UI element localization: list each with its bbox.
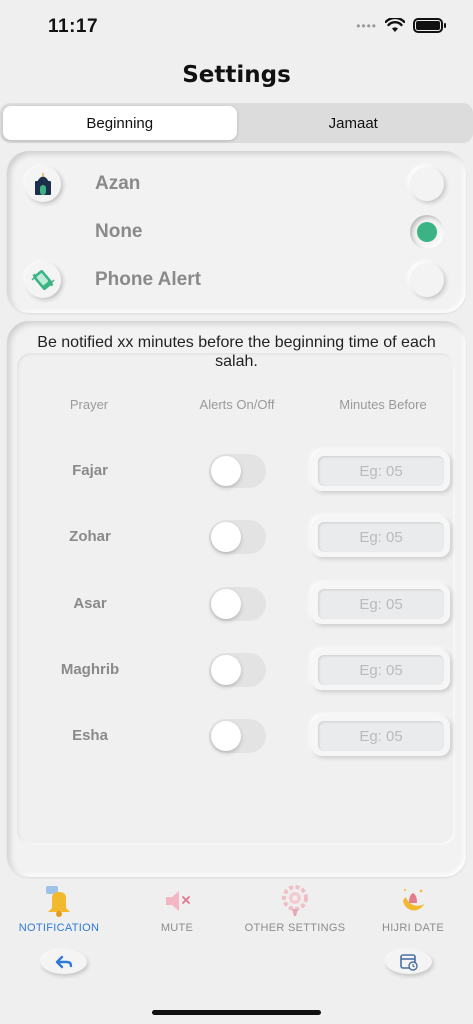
prayer-name: Asar: [73, 595, 107, 612]
tab-hijri-date-label: HIJRI DATE: [381, 922, 445, 934]
header-prayer: Prayer: [69, 397, 109, 412]
tab-other-settings[interactable]: OTHER SETTINGS: [236, 884, 354, 934]
bell-icon: [46, 886, 70, 917]
prayer-row-zohar: Zohar: [7, 516, 466, 558]
wifi-icon: [385, 18, 405, 32]
minutes-field-asar: [312, 584, 450, 624]
header-alerts: Alerts On/Off: [199, 397, 275, 412]
alert-label-none: None: [95, 221, 143, 242]
mosque-icon: [25, 166, 61, 202]
prayer-row-fajar: Fajar: [7, 450, 466, 492]
minutes-field-zohar: [312, 517, 450, 557]
tab-notification[interactable]: NOTIFICATION: [0, 884, 118, 934]
alert-label-azan: Azan: [95, 173, 141, 194]
alert-option-azan[interactable]: Azan: [7, 162, 466, 206]
tab-mute[interactable]: MUTE: [118, 884, 236, 934]
prayer-row-asar: Asar: [7, 583, 466, 625]
calendar-button[interactable]: [386, 950, 432, 974]
radio-phone-alert[interactable]: [410, 263, 444, 297]
alert-type-card: Azan None Phone Alert: [7, 151, 466, 313]
status-bar: 11:17 ••••: [0, 0, 473, 54]
minutes-input-asar[interactable]: [318, 589, 444, 619]
alert-label-phone-alert: Phone Alert: [95, 269, 201, 290]
tab-mute-label: MUTE: [160, 922, 194, 934]
radio-azan[interactable]: [410, 167, 444, 201]
toggle-knob: [211, 655, 241, 685]
calendar-icon: [400, 954, 418, 971]
tab-jamaat[interactable]: Jamaat: [237, 106, 471, 140]
toggle-knob: [211, 721, 241, 751]
bottom-tab-bar: NOTIFICATION MUTE OTHER SETTINGS HIJRI D…: [0, 884, 473, 944]
toggle-knob: [211, 589, 241, 619]
battery-icon: [413, 18, 446, 33]
minutes-input-zohar[interactable]: [318, 522, 444, 552]
toggle-knob: [211, 456, 241, 486]
alert-toggle-asar[interactable]: [209, 587, 266, 621]
prayer-row-esha: Esha: [7, 715, 466, 757]
prayer-name: Fajar: [72, 462, 108, 479]
alert-toggle-esha[interactable]: [209, 719, 266, 753]
crescent-icon: [403, 889, 424, 911]
prayer-name: Zohar: [69, 528, 111, 545]
status-time: 11:17: [48, 16, 99, 37]
header-minutes: Minutes Before: [339, 397, 427, 412]
back-arrow-icon: [55, 955, 73, 969]
tab-beginning[interactable]: Beginning: [3, 106, 237, 140]
alert-toggle-maghrib[interactable]: [209, 653, 266, 687]
phone-vibrate-icon: [25, 262, 61, 298]
toggle-knob: [211, 522, 241, 552]
tab-notification-label: NOTIFICATION: [18, 922, 100, 934]
prayer-name: Maghrib: [60, 661, 120, 678]
minutes-field-maghrib: [312, 650, 450, 690]
notice-text: Be notified xx minutes before the beginn…: [37, 334, 436, 370]
minutes-input-esha[interactable]: [318, 721, 444, 751]
minutes-field-esha: [312, 716, 450, 756]
segmented-control: Beginning Jamaat: [0, 103, 473, 143]
settings-icon: [282, 885, 308, 916]
alert-option-phone-alert[interactable]: Phone Alert: [7, 258, 466, 302]
dots-icon: ••••: [356, 18, 377, 33]
tab-hijri-date[interactable]: HIJRI DATE: [354, 884, 472, 934]
minutes-input-maghrib[interactable]: [318, 655, 444, 685]
prayer-name: Esha: [72, 727, 108, 744]
mute-icon: [166, 891, 190, 911]
alert-toggle-zohar[interactable]: [209, 520, 266, 554]
radio-selected-dot: [417, 222, 437, 242]
alert-option-none[interactable]: None: [7, 210, 466, 254]
tab-other-settings-label: OTHER SETTINGS: [244, 922, 346, 934]
home-indicator: [152, 1010, 321, 1015]
alert-toggle-fajar[interactable]: [209, 454, 266, 488]
minutes-input-fajar[interactable]: [318, 456, 444, 486]
radio-none[interactable]: [410, 215, 444, 249]
page-title: Settings: [182, 62, 291, 88]
prayer-row-maghrib: Maghrib: [7, 649, 466, 691]
minutes-before-card: Be notified xx minutes before the beginn…: [7, 321, 466, 877]
status-icons: ••••: [356, 18, 446, 33]
back-button[interactable]: [41, 950, 87, 974]
minutes-field-fajar: [312, 451, 450, 491]
